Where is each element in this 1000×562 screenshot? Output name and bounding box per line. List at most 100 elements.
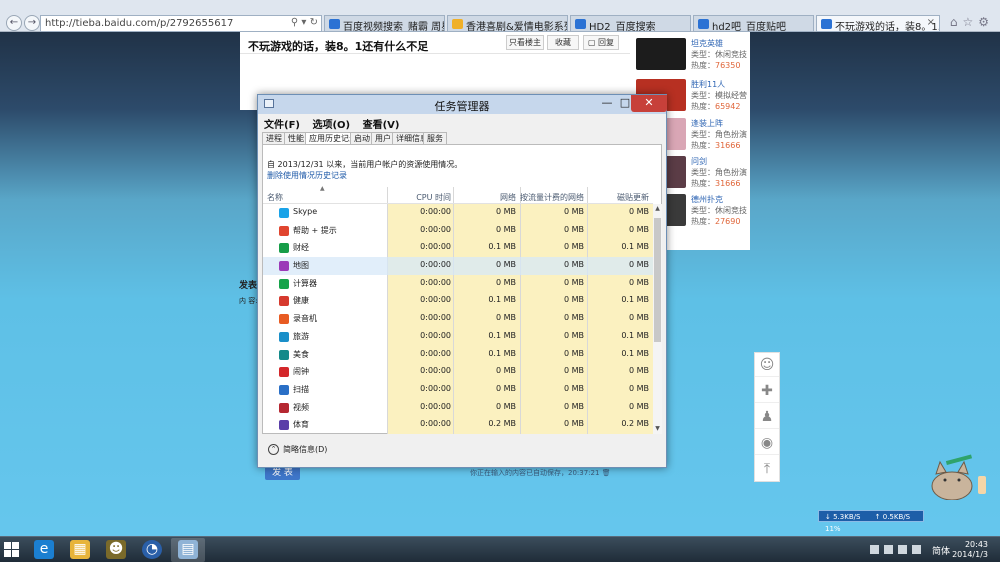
browser-tab[interactable]: 百度视频搜索_赌霸 周星... bbox=[324, 15, 445, 32]
autosave-status: 你正在输入的内容已自动保存，20:37:21 🗑 bbox=[470, 469, 611, 477]
task-manager-window[interactable]: 任务管理器 — □ ✕ 文件(F) 选项(O) 查看(V) 进程 性能 应用历史记录… bbox=[257, 94, 667, 468]
col-header-metered[interactable]: 按流量计费的网络 bbox=[520, 192, 584, 203]
location-icon[interactable]: ◉ bbox=[755, 431, 779, 455]
close-button[interactable]: ✕ bbox=[631, 95, 667, 112]
game-type: 类型：休闲竞技 bbox=[691, 206, 747, 215]
app-icon bbox=[279, 225, 289, 236]
app-history-panel: 自 2013/12/31 以来，当前用户帐户的资源使用情况。 删除使用情况历史记… bbox=[262, 144, 662, 434]
table-row[interactable]: 美食 0:00:00 0.1 MB 0 MB 0.1 MB bbox=[263, 346, 653, 364]
download-speed: ↓ 5.3KB/S bbox=[825, 513, 861, 521]
table-row[interactable]: 闹钟 0:00:00 0 MB 0 MB 0 MB bbox=[263, 363, 653, 381]
reply-heading: 发表 bbox=[239, 281, 258, 291]
game-item[interactable]: 坦克英雄 类型：休闲竞技 热度：76350 bbox=[636, 38, 748, 72]
minimize-button[interactable]: — bbox=[600, 95, 614, 112]
clock-date[interactable]: 2014/1/3 bbox=[952, 550, 988, 559]
search-icon[interactable]: ⚲ ▾ ↻ bbox=[291, 17, 318, 28]
metered-usage: 0 MB bbox=[563, 277, 584, 287]
col-header-network[interactable]: 网络 bbox=[453, 192, 516, 203]
volume-icon[interactable] bbox=[912, 545, 921, 554]
table-row[interactable]: 扫描 0:00:00 0 MB 0 MB 0 MB bbox=[263, 381, 653, 399]
tile-updates: 0 MB bbox=[628, 401, 649, 411]
back-to-top-icon[interactable]: ⤒ bbox=[755, 457, 779, 481]
menu-options[interactable]: 选项(O) bbox=[312, 120, 350, 131]
task-manager-taskbar-icon[interactable]: ▤ bbox=[171, 538, 205, 562]
plus-icon[interactable]: ✚ bbox=[755, 379, 779, 403]
browser-tab[interactable]: 不玩游戏的话，装8。1... × bbox=[816, 15, 940, 32]
table-row[interactable]: Skype 0:00:00 0 MB 0 MB 0 MB bbox=[263, 204, 653, 222]
ie-taskbar-icon[interactable]: e bbox=[27, 538, 61, 562]
network-usage: 0.2 MB bbox=[488, 419, 516, 429]
app-icon bbox=[279, 331, 289, 342]
tab-0[interactable]: 进程 bbox=[262, 132, 286, 144]
network-speed-widget[interactable]: ↓ 5.3KB/S ↑ 0.5KB/S 11% bbox=[818, 510, 924, 533]
ime-language[interactable]: 简体 bbox=[932, 544, 950, 557]
speedtool-taskbar-icon[interactable]: ◔ bbox=[135, 538, 169, 562]
app-name: 美食 bbox=[293, 349, 309, 359]
table-row[interactable]: 健康 0:00:00 0.1 MB 0 MB 0.1 MB bbox=[263, 292, 653, 310]
clock-time[interactable]: 20:43 bbox=[965, 540, 988, 549]
browser-tab[interactable]: hd2吧_百度贴吧 bbox=[693, 15, 814, 32]
col-header-tile[interactable]: 磁贴更新 bbox=[587, 192, 649, 203]
scroll-thumb[interactable] bbox=[654, 218, 661, 342]
favorite-button[interactable]: 收藏 bbox=[547, 35, 579, 50]
url-text: http://tieba.baidu.com/p/2792655617 bbox=[45, 18, 234, 29]
vertical-scrollbar[interactable]: ▲ ▼ bbox=[653, 204, 662, 434]
tray-icon[interactable] bbox=[884, 545, 893, 554]
table-row[interactable]: 录音机 0:00:00 0 MB 0 MB 0 MB bbox=[263, 310, 653, 328]
table-row[interactable]: 体育 0:00:00 0.2 MB 0 MB 0.2 MB bbox=[263, 416, 653, 434]
emoji-icon[interactable]: ☺ bbox=[755, 353, 779, 377]
table-row[interactable]: 财经 0:00:00 0.1 MB 0 MB 0.1 MB bbox=[263, 239, 653, 257]
table-row[interactable]: 地图 0:00:00 0 MB 0 MB 0 MB bbox=[263, 257, 653, 275]
menu-file[interactable]: 文件(F) bbox=[264, 120, 300, 131]
taskbar: e ▦ ☻ ◔ ▤ 简体 20:43 2014/1/3 bbox=[0, 536, 1000, 562]
cat-mascot-icon[interactable] bbox=[928, 450, 988, 500]
submit-button[interactable]: 发 表 bbox=[265, 466, 300, 480]
browser-tab[interactable]: 香港喜剧&爱情电影系列... bbox=[447, 15, 568, 32]
scroll-up-icon[interactable]: ▲ bbox=[653, 205, 662, 212]
app-icon bbox=[279, 367, 289, 378]
delete-history-link[interactable]: 删除使用情况历史记录 bbox=[267, 170, 347, 181]
game-name[interactable]: 德州扑克 bbox=[691, 194, 723, 205]
network-usage: 0.1 MB bbox=[488, 330, 516, 340]
only-author-button[interactable]: 只看楼主 bbox=[506, 35, 544, 50]
title-bar[interactable]: 任务管理器 — □ ✕ bbox=[258, 95, 667, 114]
game-name[interactable]: 胜利11人 bbox=[691, 79, 725, 90]
tab-6[interactable]: 服务 bbox=[423, 132, 447, 144]
reply-button[interactable]: ▢ 回复 bbox=[583, 35, 619, 50]
maximize-button[interactable]: □ bbox=[618, 95, 632, 112]
network-usage: 0 MB bbox=[495, 401, 516, 411]
col-header-cpu[interactable]: CPU 时间 bbox=[387, 192, 451, 203]
app-name: 财经 bbox=[293, 243, 309, 253]
col-header-name[interactable]: 名称 bbox=[267, 192, 283, 203]
table-row[interactable]: 帮助 + 提示 0:00:00 0 MB 0 MB 0 MB bbox=[263, 222, 653, 240]
game-name[interactable]: 逢装上阵 bbox=[691, 118, 723, 129]
table-row[interactable]: 计算器 0:00:00 0 MB 0 MB 0 MB bbox=[263, 275, 653, 293]
forward-button[interactable]: → bbox=[24, 15, 40, 31]
game-name[interactable]: 问剑 bbox=[691, 156, 707, 167]
user-icon[interactable]: ♟ bbox=[755, 405, 779, 429]
game-heat: 热度：31666 bbox=[691, 179, 741, 188]
toolbar-icons[interactable]: ⌂☆⚙ bbox=[950, 15, 994, 29]
trash-icon[interactable]: 🗑 bbox=[602, 469, 611, 477]
game-taskbar-icon[interactable]: ☻ bbox=[99, 538, 133, 562]
back-button[interactable]: ← bbox=[6, 15, 22, 31]
table-row[interactable]: 旅游 0:00:00 0.1 MB 0 MB 0.1 MB bbox=[263, 328, 653, 346]
cpu-time: 0:00:00 bbox=[420, 242, 451, 252]
table-row[interactable]: 视频 0:00:00 0 MB 0 MB 0 MB bbox=[263, 399, 653, 417]
network-icon[interactable] bbox=[898, 545, 907, 554]
app-name: 闹钟 bbox=[293, 367, 309, 377]
fewer-details-button[interactable]: ⌃ 简略信息(D) bbox=[268, 444, 327, 455]
tray-icon[interactable] bbox=[870, 545, 879, 554]
address-bar[interactable]: http://tieba.baidu.com/p/2792655617 ⚲ ▾ … bbox=[40, 15, 322, 32]
cpu-time: 0:00:00 bbox=[420, 348, 451, 358]
close-tab-icon[interactable]: × bbox=[927, 17, 935, 28]
game-thumbnail[interactable] bbox=[636, 38, 686, 70]
cpu-time: 0:00:00 bbox=[420, 401, 451, 411]
game-name[interactable]: 坦克英雄 bbox=[691, 38, 723, 49]
explorer-taskbar-icon[interactable]: ▦ bbox=[63, 538, 97, 562]
scroll-down-icon[interactable]: ▼ bbox=[653, 425, 662, 432]
start-button[interactable] bbox=[4, 542, 20, 558]
menu-view[interactable]: 查看(V) bbox=[363, 120, 400, 131]
browser-tab[interactable]: HD2_百度搜索 bbox=[570, 15, 691, 32]
tile-updates: 0 MB bbox=[628, 313, 649, 323]
